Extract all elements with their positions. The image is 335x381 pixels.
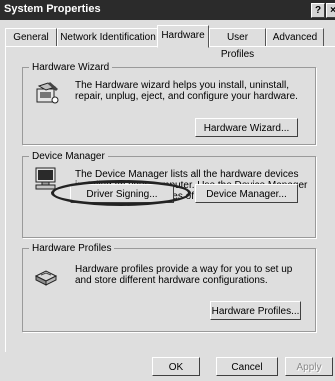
hardware-profiles-button[interactable]: Hardware Profiles... [210,301,301,320]
device-manager-icon [35,167,56,190]
tab-hardware[interactable]: Hardware [157,25,209,48]
tab-general[interactable]: General [5,28,57,46]
help-button[interactable]: ? [311,3,325,18]
highlight-ellipse [51,180,191,206]
hardware-profiles-icon [34,270,58,286]
ok-button[interactable]: OK [152,357,200,376]
hardware-profiles-description: Hardware profiles provide a way for you … [75,264,293,286]
window-title: System Properties [4,3,101,15]
hardware-profiles-legend: Hardware Profiles [32,243,112,254]
hardware-wizard-icon [36,82,59,104]
apply-button[interactable]: Apply [285,357,333,376]
hardware-wizard-button[interactable]: Hardware Wizard... [195,118,298,137]
tab-network-identification[interactable]: Network Identification [57,28,159,46]
hardware-wizard-legend: Hardware Wizard [32,62,110,73]
tab-advanced[interactable]: Advanced [266,28,324,46]
device-manager-button[interactable]: Device Manager... [195,184,298,203]
device-manager-legend: Device Manager [32,151,105,162]
close-button[interactable]: × [326,3,335,18]
system-properties-dialog: System Properties ? × General Network Id… [0,0,335,381]
title-bar[interactable]: System Properties ? × [0,0,335,20]
hardware-wizard-description: The Hardware wizard helps you install, u… [75,80,298,102]
tab-user-profiles[interactable]: User Profiles [209,28,266,60]
cancel-button[interactable]: Cancel [216,357,278,376]
